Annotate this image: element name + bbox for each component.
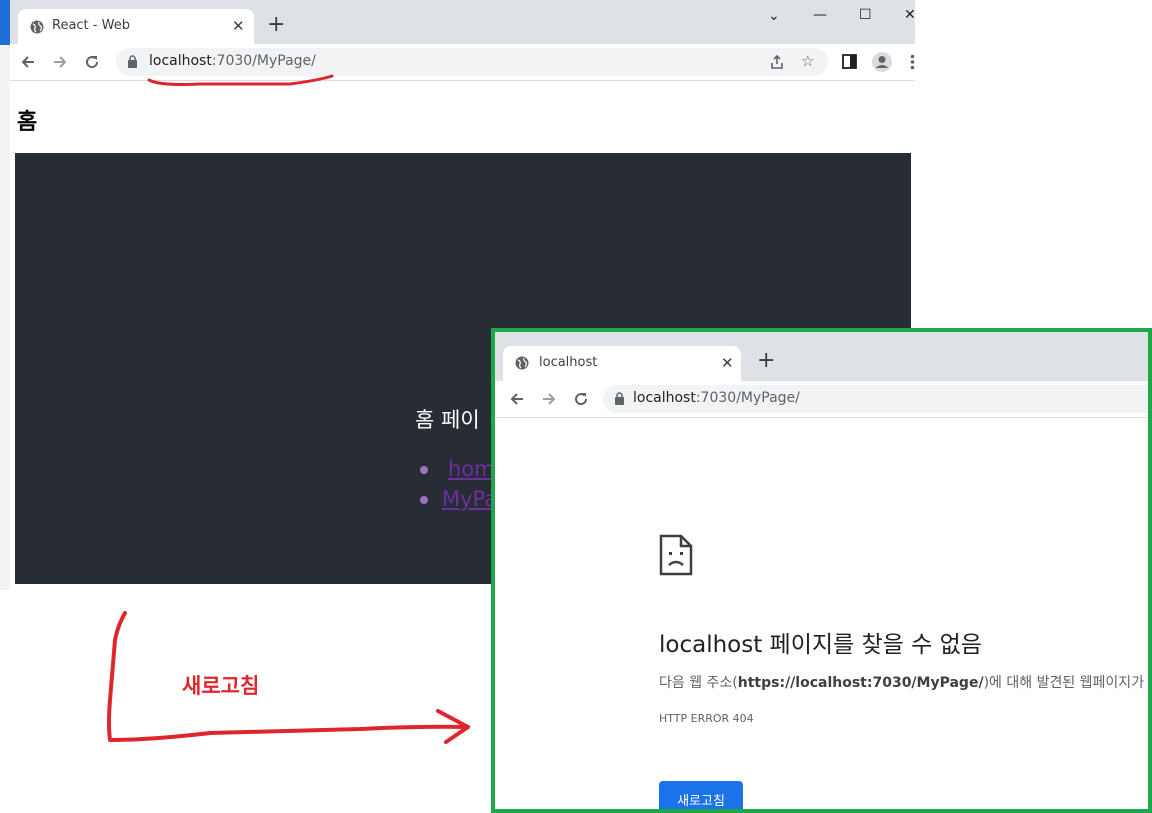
new-tab-button[interactable]: + [757, 348, 775, 373]
arrow-left-icon[interactable] [509, 391, 525, 407]
lock-icon[interactable] [614, 392, 625, 405]
arrow-right-icon[interactable] [541, 391, 557, 407]
refresh-arrow-line [107, 611, 470, 742]
error-description: 다음 웹 주소(https://localhost:7030/MyPage/)에… [659, 675, 1145, 691]
toolbar: localhost:7030/MyPage/ [495, 381, 1148, 418]
tab-title: localhost [539, 355, 598, 370]
reload-icon[interactable] [573, 391, 589, 407]
error-title: localhost 페이지를 찾을 수 없음 [659, 632, 982, 658]
tab-close-icon[interactable]: ✕ [721, 354, 734, 372]
url-text: localhost:7030/MyPage/ [633, 390, 800, 406]
tab-localhost[interactable]: localhost ✕ [503, 346, 741, 381]
sad-document-icon [659, 534, 693, 576]
address-bar[interactable]: localhost:7030/MyPage/ [603, 385, 1148, 413]
reload-button[interactable]: 새로고침 [659, 781, 743, 809]
annotation-refresh-label: 새로고침 [182, 674, 260, 698]
error-code: HTTP ERROR 404 [659, 712, 754, 725]
url-underline-1 [147, 74, 334, 86]
error-url: https://localhost:7030/MyPage/ [737, 675, 984, 691]
globe-icon [515, 356, 529, 370]
tab-strip: localhost ✕ + [495, 332, 1148, 381]
browser-window-404: localhost ✕ + localhost:7030/MyPage/ loc… [491, 328, 1152, 813]
